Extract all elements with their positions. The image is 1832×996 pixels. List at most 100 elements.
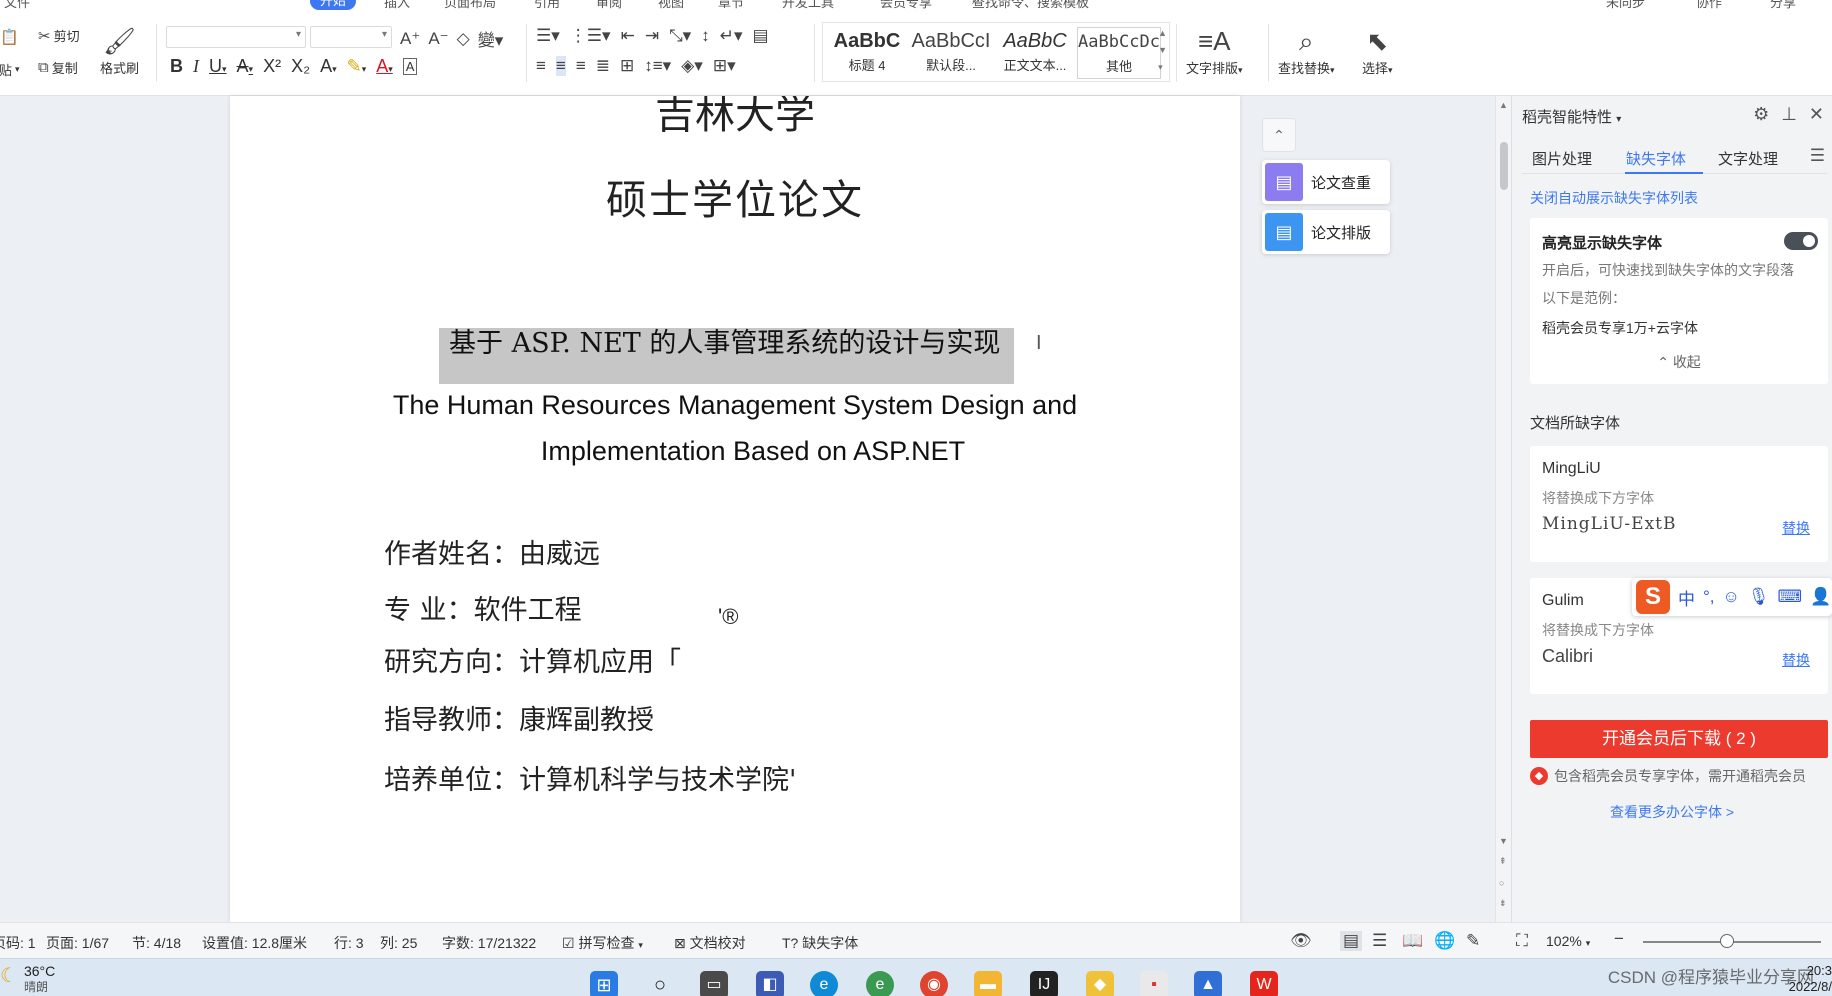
row-indicator[interactable]: 行: 3 <box>334 933 364 953</box>
underline-icon[interactable]: U▾ <box>209 56 227 77</box>
pin-icon[interactable]: ⊥ <box>1781 104 1797 125</box>
style-default-paragraph[interactable]: AaBbCcI 默认段... <box>909 27 993 79</box>
outline-view-icon[interactable]: ☰ <box>1372 931 1387 951</box>
char-border-icon[interactable]: A <box>402 58 418 75</box>
grow-font-icon[interactable]: A⁺ <box>400 29 420 49</box>
line-break-icon[interactable]: ↵▾ <box>720 26 743 46</box>
tab-developer[interactable]: 开发工具 <box>782 0 834 11</box>
shading-icon[interactable]: ◈▾ <box>681 56 703 76</box>
file-app-icon[interactable]: ◧ <box>756 971 784 996</box>
document-scrollbar[interactable]: ▲ ▼ ⇞ ○ ⇟ <box>1495 96 1511 922</box>
highlight-toggle[interactable] <box>1784 232 1818 250</box>
numbered-list-icon[interactable]: ⋮☰▾ <box>570 26 611 46</box>
justify-icon[interactable]: ≣ <box>596 56 610 76</box>
thesis-layout-button[interactable]: ▤ 论文排版 <box>1262 210 1390 254</box>
search-icon[interactable]: ○ <box>646 971 674 996</box>
tab-missing-fonts[interactable]: 缺失字体 <box>1626 148 1686 169</box>
subscript-icon[interactable]: X₂ <box>291 56 310 77</box>
browse-object-icon[interactable]: ○ <box>1499 878 1504 888</box>
notes-icon[interactable]: ◆ <box>1086 971 1114 996</box>
replace-button[interactable]: 替换 <box>1782 650 1810 670</box>
scroll-up-icon[interactable]: ▲ <box>1499 100 1508 110</box>
more-fonts-link[interactable]: 查看更多办公字体 > <box>1512 802 1832 822</box>
setting-value[interactable]: 设置值: 12.8厘米 <box>202 933 307 953</box>
text-direction-icon[interactable]: ⤡▾ <box>669 26 691 46</box>
replace-button[interactable]: 替换 <box>1782 518 1810 538</box>
fit-page-icon[interactable]: ⛶ <box>1516 931 1528 951</box>
tab-view[interactable]: 视图 <box>658 0 684 11</box>
close-auto-show-link[interactable]: 关闭自动展示缺失字体列表 <box>1530 188 1698 208</box>
tab-home[interactable]: 开始 <box>310 0 357 10</box>
paste-button[interactable]: 📋 <box>0 28 19 46</box>
hamburger-menu-icon[interactable]: ☰ <box>1810 146 1825 166</box>
sync-status[interactable]: 未同步 <box>1606 0 1645 11</box>
italic-icon[interactable]: I <box>193 56 199 77</box>
bold-icon[interactable]: B <box>170 56 183 77</box>
phonetic-icon[interactable]: 變▾ <box>478 26 504 51</box>
spell-check-button[interactable]: ☑ 拼写检查 ▾ <box>562 933 643 953</box>
prev-page-icon[interactable]: ⇞ <box>1499 856 1507 867</box>
cut-button[interactable]: ✂ 剪切 <box>38 26 80 45</box>
page-code[interactable]: 页码: 1 <box>0 933 36 953</box>
emoji-icon[interactable]: ☺ <box>1723 587 1740 607</box>
bullet-list-icon[interactable]: ☰▾ <box>536 26 560 46</box>
browser-icon[interactable]: e <box>866 971 894 996</box>
close-icon[interactable]: ✕ <box>1809 104 1824 125</box>
thesis-title-cn[interactable]: 基于 ASP. NET 的人事管理系统的设计与实现 <box>439 328 1015 384</box>
column-indicator[interactable]: 列: 25 <box>380 933 417 953</box>
superscript-icon[interactable]: X² <box>263 56 281 77</box>
decrease-indent-icon[interactable]: ⇤ <box>621 26 635 46</box>
chinese-mode-icon[interactable]: 中 <box>1678 585 1695 610</box>
style-body-text[interactable]: AaBbC 正文文本... <box>993 27 1077 79</box>
borders-icon[interactable]: ⊞▾ <box>713 56 736 76</box>
share-button[interactable]: 分享 <box>1770 0 1796 11</box>
align-center-icon[interactable]: ≡ <box>555 56 566 76</box>
zoom-out-icon[interactable]: − <box>1614 929 1624 949</box>
font-color-icon[interactable]: A▾ <box>376 56 393 77</box>
line-spacing-icon[interactable]: ↕≡▾ <box>644 56 671 76</box>
align-left-icon[interactable]: ≡ <box>536 56 546 76</box>
select-button[interactable]: ⬉ 选择▾ <box>1362 24 1393 77</box>
distributed-icon[interactable]: ⊞ <box>620 56 634 76</box>
scrollbar-thumb[interactable] <box>1500 142 1508 190</box>
tab-references[interactable]: 引用 <box>534 0 560 11</box>
edge-browser-icon[interactable]: e <box>810 971 838 996</box>
scroll-down-icon[interactable]: ▼ <box>1499 836 1508 846</box>
font-family-select[interactable] <box>166 26 306 48</box>
eye-protection-icon[interactable]: 👁 <box>1290 931 1312 951</box>
style-other[interactable]: AaBbCcDc 其他 <box>1077 27 1161 79</box>
missing-font-button[interactable]: T? 缺失字体 <box>782 933 858 953</box>
task-view-icon[interactable]: ▭ <box>700 971 728 996</box>
zoom-level[interactable]: 102% ▾ <box>1546 933 1590 949</box>
collaborate-button[interactable]: 协作 <box>1696 0 1722 11</box>
weather-widget[interactable]: ☾ 36°C 晴朗 <box>0 963 55 995</box>
word-count[interactable]: 字数: 17/21322 <box>442 933 536 953</box>
increase-indent-icon[interactable]: ⇥ <box>645 26 659 46</box>
align-right-icon[interactable]: ≡ <box>576 56 586 76</box>
web-view-icon[interactable]: 🌐 <box>1434 931 1455 951</box>
reading-view-icon[interactable]: 📖 <box>1402 931 1423 951</box>
page-view-icon[interactable]: ▤ <box>1340 931 1363 951</box>
zoom-slider-thumb[interactable] <box>1720 934 1734 948</box>
tab-member[interactable]: 会员专享 <box>880 0 932 11</box>
table-lines-icon[interactable]: ▤ <box>752 26 768 46</box>
text-effect-icon[interactable]: A▾ <box>320 56 337 77</box>
page-indicator[interactable]: 页面: 1/67 <box>46 933 109 953</box>
tab-text-processing[interactable]: 文字处理 <box>1718 148 1778 169</box>
menu-file[interactable]: 文件 <box>4 0 30 11</box>
ime-toolbar[interactable]: S 中 °, ☺ 🎙 ⌨ 👤 <box>1632 578 1832 616</box>
system-clock[interactable]: 20:3 2022/8/ <box>1789 963 1832 995</box>
user-icon[interactable]: 👤 <box>1810 587 1831 607</box>
tab-image-processing[interactable]: 图片处理 <box>1532 148 1592 169</box>
chrome-icon[interactable]: ◉ <box>920 971 948 996</box>
font-size-select[interactable] <box>310 26 392 48</box>
clear-format-icon[interactable]: ◇ <box>457 29 470 49</box>
gallery-scroll-icon[interactable]: ▲ ▼ ▾ <box>1158 25 1167 76</box>
ide-icon[interactable]: IJ <box>1030 971 1058 996</box>
writing-mode-icon[interactable]: ✎ <box>1466 931 1480 951</box>
tab-review[interactable]: 审阅 <box>596 0 622 11</box>
copy-button[interactable]: ⧉ 复制 <box>38 58 78 77</box>
pdf-icon[interactable]: ▪ <box>1140 971 1168 996</box>
shrink-font-icon[interactable]: A⁻ <box>428 29 448 49</box>
wps-icon[interactable]: W <box>1250 971 1278 996</box>
